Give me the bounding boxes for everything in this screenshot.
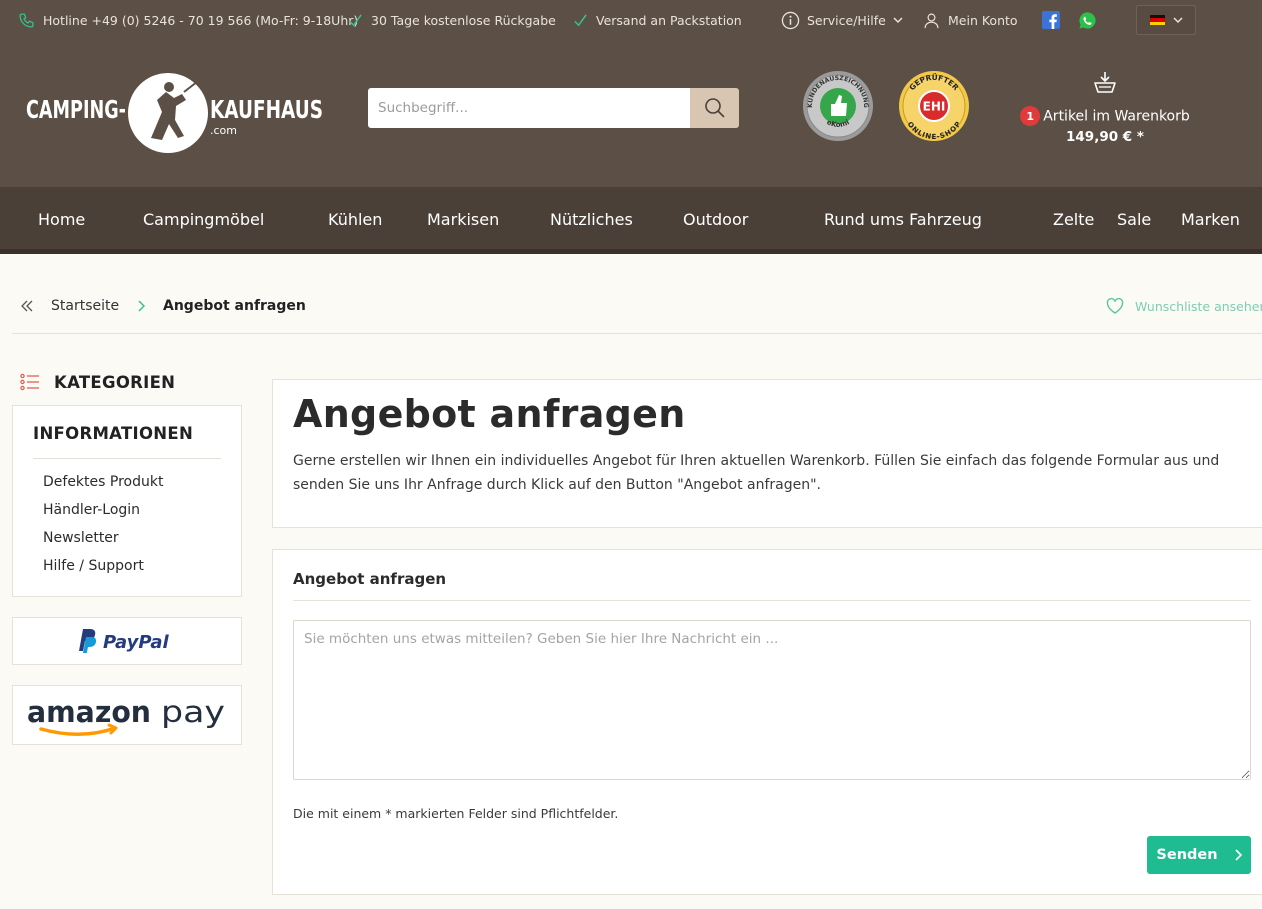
nav-sale[interactable]: Sale xyxy=(1117,187,1151,249)
returns-info: 30 Tage kostenlose Rückgabe xyxy=(348,0,556,40)
packstation-info: Versand an Packstation xyxy=(573,0,742,40)
hotline[interactable]: Hotline +49 (0) 5246 - 70 19 566 (Mo-Fr:… xyxy=(18,0,358,40)
paypal-text: PayPal xyxy=(103,632,170,653)
search-input[interactable] xyxy=(368,88,690,128)
logo-left-text: CAMPING- xyxy=(26,95,126,124)
logo-right-text: KAUFHAUS xyxy=(210,95,323,124)
nav-rund-ums-fahrzeug[interactable]: Rund ums Fahrzeug xyxy=(824,187,982,249)
cart-total: 149,90 € * xyxy=(1066,129,1144,145)
whatsapp-icon xyxy=(1079,11,1096,29)
categories-toggle[interactable]: KATEGORIEN xyxy=(20,368,175,396)
nav-marken[interactable]: Marken xyxy=(1181,187,1240,249)
nav-nuetzliches[interactable]: Nützliches xyxy=(550,187,633,249)
packstation-text: Versand an Packstation xyxy=(596,12,742,28)
required-note: Die mit einem * markierten Felder sind P… xyxy=(293,806,619,821)
site-header: CAMPING- KAUFHAUS .com KUNDENAUSZEICHNUN… xyxy=(0,40,1262,187)
intro-text: Gerne erstellen wir Ihnen ein individuel… xyxy=(293,453,1220,493)
breadcrumb: Startseite Angebot anfragen Wunschliste … xyxy=(0,290,1262,322)
information-title: INFORMATIONEN xyxy=(33,424,194,443)
chevron-down-icon xyxy=(1172,17,1183,24)
information-divider xyxy=(33,458,221,459)
check-icon xyxy=(574,13,587,26)
ehi-center-text: EHI xyxy=(923,100,946,114)
information-panel: INFORMATIONEN Defektes Produkt Händler-L… xyxy=(12,405,242,597)
request-form: Angebot anfragen Die mit einem * markier… xyxy=(272,549,1262,895)
info-icon xyxy=(781,11,800,29)
chevron-right-icon xyxy=(1234,849,1242,861)
cart-count-badge: 1 xyxy=(1020,106,1041,126)
nav-campingmoebel[interactable]: Campingmöbel xyxy=(143,187,264,249)
wishlist-link[interactable]: Wunschliste ansehen xyxy=(1106,290,1262,322)
categories-title: KATEGORIEN xyxy=(54,372,176,392)
amazon-pay-box: amazon pay xyxy=(12,685,242,745)
nav-outdoor[interactable]: Outdoor xyxy=(683,187,748,249)
nav-home[interactable]: Home xyxy=(38,187,85,249)
link-newsletter[interactable]: Newsletter xyxy=(43,530,119,546)
form-divider xyxy=(293,600,1251,601)
facebook-icon xyxy=(1042,11,1060,29)
intro-card: Angebot anfragen Gerne erstellen wir Ihn… xyxy=(272,379,1262,528)
chevron-right-icon xyxy=(137,290,145,322)
facebook-link[interactable] xyxy=(1042,0,1060,40)
pay-text: pay xyxy=(161,695,225,729)
amazon-pay-logo: amazon pay xyxy=(27,695,225,736)
list-icon xyxy=(20,373,39,391)
ehi-seal[interactable]: EHI GEPRÜFTER ONLINE-SHOP xyxy=(898,70,970,142)
heart-icon xyxy=(1106,298,1124,314)
chevron-down-icon xyxy=(893,17,903,24)
whatsapp-link[interactable] xyxy=(1078,0,1097,40)
paypal-logo: PayPal xyxy=(79,629,170,653)
camping-kaufhaus-logo[interactable]: CAMPING- KAUFHAUS .com xyxy=(26,72,324,154)
back-icon[interactable] xyxy=(20,290,34,322)
ekomi-seal[interactable]: KUNDENAUSZEICHNUNG eKomi xyxy=(802,70,874,142)
form-title: Angebot anfragen xyxy=(293,570,447,588)
hotline-text: Hotline +49 (0) 5246 - 70 19 566 (Mo-Fr:… xyxy=(43,12,359,28)
cart-label-row: 1 Artikel im Warenkorb xyxy=(1010,106,1200,126)
link-haendler-login[interactable]: Händler-Login xyxy=(43,502,140,518)
breadcrumb-home[interactable]: Startseite xyxy=(51,290,119,322)
send-label: Senden xyxy=(1156,847,1218,863)
phone-icon xyxy=(19,12,34,28)
search-bar xyxy=(368,88,739,128)
cart-widget[interactable]: 1 Artikel im Warenkorb 149,90 € * xyxy=(1010,70,1200,150)
main-navigation: Home Campingmöbel Kühlen Markisen Nützli… xyxy=(0,187,1262,254)
breadcrumb-current: Angebot anfragen xyxy=(163,298,306,314)
amazon-text: amazon xyxy=(27,695,151,729)
search-icon xyxy=(704,98,725,118)
page-title: Angebot anfragen xyxy=(293,392,686,436)
breadcrumb-divider xyxy=(12,333,1262,334)
send-button[interactable]: Senden xyxy=(1147,836,1251,874)
returns-text: 30 Tage kostenlose Rückgabe xyxy=(371,12,556,28)
top-bar: Hotline +49 (0) 5246 - 70 19 566 (Mo-Fr:… xyxy=(0,0,1262,40)
link-defektes-produkt[interactable]: Defektes Produkt xyxy=(43,474,163,490)
basket-icon xyxy=(1094,72,1116,93)
nav-zelte[interactable]: Zelte xyxy=(1053,187,1094,249)
account-link[interactable]: Mein Konto xyxy=(923,0,1018,40)
service-menu[interactable]: Service/Hilfe xyxy=(781,0,903,40)
message-textarea[interactable] xyxy=(293,620,1251,780)
search-button[interactable] xyxy=(690,88,739,128)
wishlist-label: Wunschliste ansehen xyxy=(1135,298,1262,314)
service-label: Service/Hilfe xyxy=(807,12,886,28)
language-selector[interactable] xyxy=(1136,5,1196,35)
nav-markisen[interactable]: Markisen xyxy=(427,187,499,249)
account-label: Mein Konto xyxy=(948,12,1018,28)
link-hilfe-support[interactable]: Hilfe / Support xyxy=(43,558,144,574)
user-icon xyxy=(924,13,939,28)
logo-domain-text: .com xyxy=(210,124,237,137)
german-flag-icon xyxy=(1149,15,1165,25)
cart-label: Artikel im Warenkorb xyxy=(1043,108,1190,125)
nav-kuehlen[interactable]: Kühlen xyxy=(328,187,382,249)
check-icon xyxy=(349,13,362,26)
paypal-box: PayPal xyxy=(12,617,242,665)
